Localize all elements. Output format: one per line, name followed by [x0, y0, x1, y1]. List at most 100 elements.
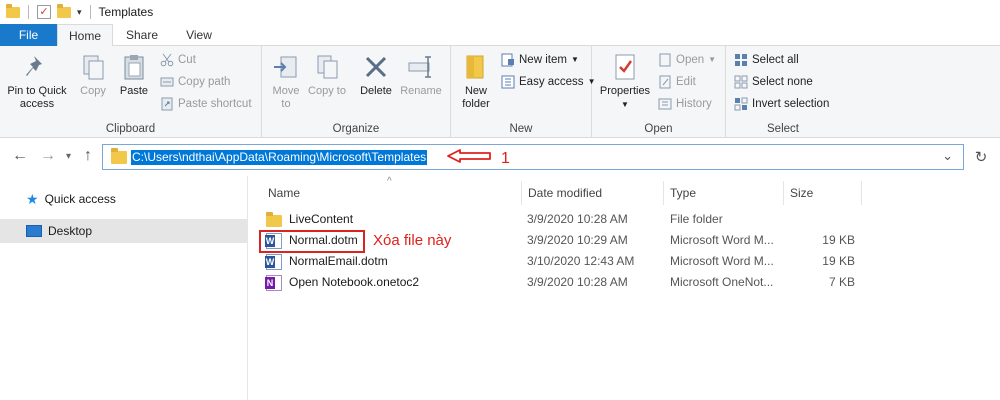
- divider: [89, 5, 91, 19]
- nav-item-quick-access[interactable]: ★ Quick access: [0, 187, 248, 211]
- invert-selection-button[interactable]: Invert selection: [734, 94, 829, 114]
- move-to-button[interactable]: Move to: [268, 50, 304, 111]
- pin-icon: [22, 52, 52, 82]
- tab-home[interactable]: Home: [57, 24, 113, 47]
- file-size: [795, 209, 855, 230]
- file-row-normalemail-dotm[interactable]: NormalEmail.dotm 3/10/2020 12:43 AM Micr…: [258, 251, 868, 272]
- forward-arrow-icon[interactable]: →: [40, 147, 56, 165]
- refresh-icon[interactable]: ↻: [970, 148, 992, 166]
- chevron-down-icon: ▼: [570, 55, 579, 64]
- pin-quick-access-button[interactable]: Pin to Quick access: [4, 50, 70, 111]
- properties-icon: [610, 52, 640, 82]
- column-header-type[interactable]: Type: [666, 181, 784, 205]
- organize-group-label: Organize: [332, 123, 380, 135]
- copy-to-label: Copy to: [308, 85, 346, 97]
- open-button[interactable]: Open ▼: [658, 50, 716, 70]
- divider: [28, 5, 29, 19]
- open-group-label: Open: [644, 123, 673, 135]
- rename-label: Rename: [400, 85, 442, 97]
- organize-group: Move to Copy to Delete Rename Organize: [262, 46, 451, 138]
- properties-label: Properties: [599, 85, 651, 97]
- tab-share[interactable]: Share: [113, 24, 171, 46]
- file-type: Microsoft OneNot...: [670, 275, 774, 289]
- chevron-down-icon[interactable]: ⌄: [942, 148, 953, 164]
- select-all-button[interactable]: Select all: [734, 50, 799, 70]
- window-title: Templates: [98, 5, 154, 19]
- column-header-name[interactable]: Name: [264, 181, 522, 205]
- copy-button[interactable]: Copy: [74, 50, 112, 98]
- ribbon-tabs: File Home Share View: [0, 24, 1000, 47]
- clipboard-group: Pin to Quick access Copy Paste Cut Copy …: [0, 46, 262, 138]
- select-none-icon: [734, 75, 748, 89]
- move-to-icon: [271, 52, 301, 82]
- select-none-button[interactable]: Select none: [734, 72, 813, 92]
- file-name: NormalEmail.dotm: [289, 254, 388, 268]
- navigation-pane: ★ Quick access Desktop: [0, 176, 248, 400]
- nav-item-desktop[interactable]: Desktop: [0, 219, 248, 243]
- nav-item-label: Desktop: [48, 224, 93, 238]
- easy-access-button[interactable]: Easy access ▼: [501, 72, 595, 92]
- folder-icon: [266, 212, 282, 227]
- copy-path-button[interactable]: Copy path: [160, 72, 230, 92]
- address-path[interactable]: C:\Users\ndthai\AppData\Roaming\Microsof…: [131, 150, 428, 165]
- file-date: 3/9/2020 10:28 AM: [527, 275, 628, 289]
- customize-toolbar-icon[interactable]: ▾: [77, 7, 82, 18]
- file-name: LiveContent: [289, 212, 354, 226]
- new-folder-label: New folder: [462, 85, 490, 110]
- new-group: New folder New item ▼ Easy access ▼ New: [451, 46, 595, 138]
- chevron-down-icon: ▼: [708, 55, 717, 64]
- file-date: 3/9/2020 10:28 AM: [527, 212, 628, 226]
- new-folder-button[interactable]: New folder: [455, 50, 497, 111]
- new-item-button[interactable]: New item ▼: [501, 50, 579, 70]
- edit-button[interactable]: Edit: [658, 72, 696, 92]
- file-size: 7 KB: [828, 275, 855, 289]
- properties-check-icon[interactable]: ✓: [37, 5, 51, 19]
- scissors-icon: [160, 53, 174, 67]
- paste-button[interactable]: Paste: [114, 50, 154, 98]
- new-item-label: New item: [519, 54, 567, 66]
- copy-to-button[interactable]: Copy to: [308, 50, 346, 98]
- file-type: Microsoft Word M...: [670, 233, 774, 247]
- title-bar: ✓ ▾ Templates: [0, 0, 1000, 24]
- easy-access-icon: [501, 75, 515, 89]
- address-bar[interactable]: C:\Users\ndthai\AppData\Roaming\Microsof…: [102, 144, 964, 170]
- file-size: 19 KB: [822, 254, 855, 268]
- delete-button[interactable]: Delete: [356, 50, 396, 98]
- back-arrow-icon[interactable]: ←: [12, 147, 28, 165]
- tab-file[interactable]: File: [0, 24, 57, 46]
- new-item-icon: [501, 53, 515, 67]
- move-to-label: Move to: [272, 85, 300, 110]
- file-row-open-notebook[interactable]: Open Notebook.onetoc2 3/9/2020 10:28 AM …: [258, 272, 868, 293]
- nav-item-label: Quick access: [44, 192, 116, 206]
- select-group-label: Select: [767, 123, 799, 135]
- history-icon: [658, 97, 672, 111]
- easy-access-label: Easy access: [519, 76, 584, 88]
- clipboard-group-label: Clipboard: [105, 123, 156, 135]
- open-icon: [658, 53, 672, 67]
- delete-x-icon: [361, 52, 391, 82]
- open-group: Properties ▼ Open ▼ Edit History Open: [592, 46, 726, 138]
- copy-path-label: Copy path: [178, 76, 231, 88]
- properties-button[interactable]: Properties ▼: [598, 50, 652, 111]
- edit-label: Edit: [676, 76, 696, 88]
- paste-shortcut-icon: [160, 97, 174, 111]
- history-button[interactable]: History: [658, 94, 712, 114]
- file-type: Microsoft Word M...: [670, 254, 774, 268]
- tab-view[interactable]: View: [171, 24, 227, 46]
- rename-button[interactable]: Rename: [398, 50, 444, 98]
- column-header-date[interactable]: Date modified: [524, 181, 664, 205]
- up-arrow-icon[interactable]: ↑: [84, 147, 92, 165]
- annotation-arrow-icon: [447, 149, 491, 163]
- paste-shortcut-button[interactable]: Paste shortcut: [160, 94, 252, 114]
- cut-label: Cut: [178, 54, 196, 66]
- new-folder-icon[interactable]: [57, 3, 71, 18]
- cut-button[interactable]: Cut: [160, 50, 196, 70]
- column-header-size[interactable]: Size: [786, 181, 862, 205]
- file-row-livecontent[interactable]: LiveContent 3/9/2020 10:28 AM File folde…: [258, 209, 868, 230]
- edit-icon: [658, 75, 672, 89]
- file-date: 3/9/2020 10:29 AM: [527, 233, 628, 247]
- folder-icon: [6, 3, 20, 18]
- paste-label: Paste: [119, 85, 149, 97]
- delete-label: Delete: [360, 85, 392, 97]
- recent-locations-chevron-icon[interactable]: ▾: [66, 151, 71, 162]
